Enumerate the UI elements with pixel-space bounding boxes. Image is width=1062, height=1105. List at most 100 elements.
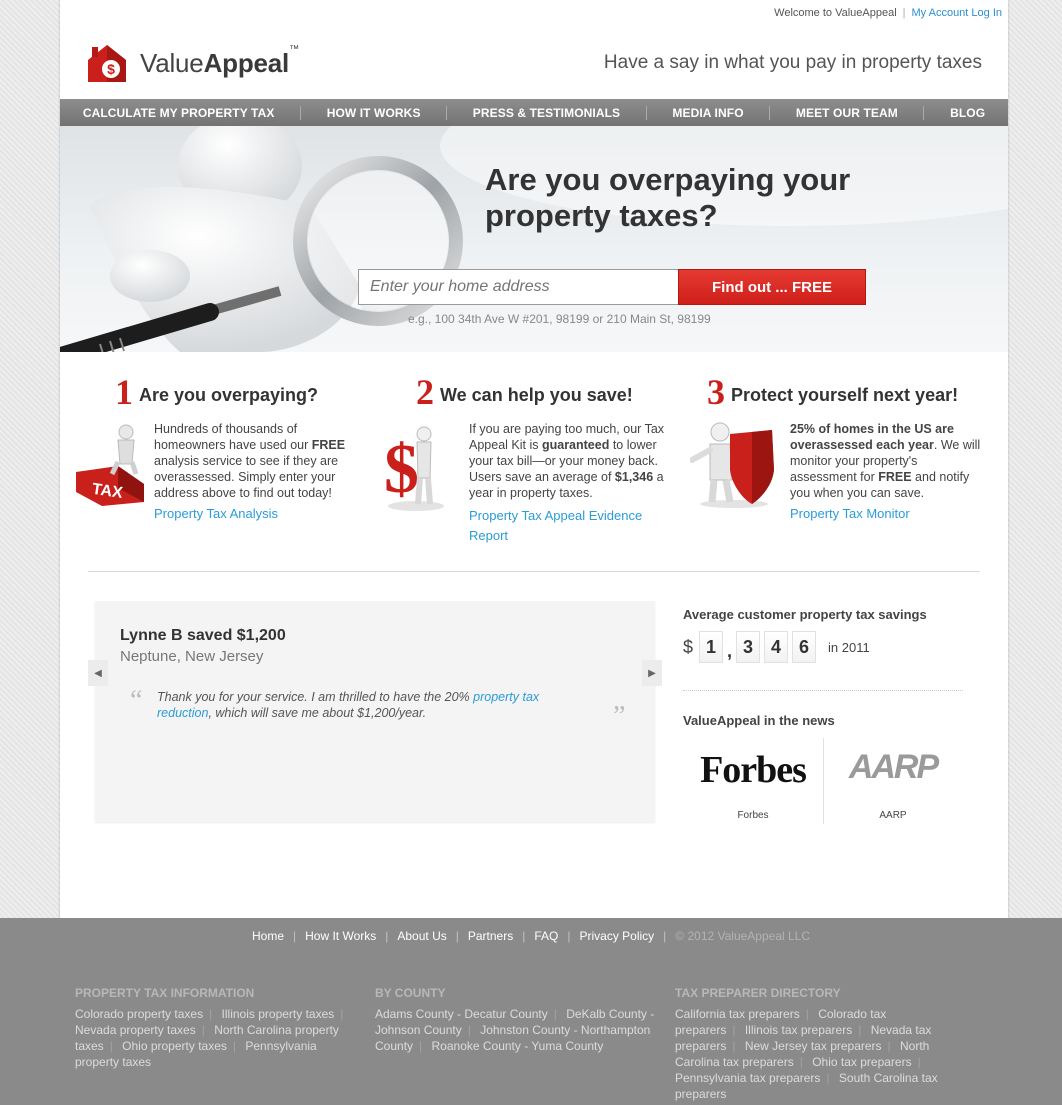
footer-item[interactable]: Ohio tax preparers xyxy=(812,1055,911,1069)
footer-link-partners[interactable]: Partners xyxy=(468,929,513,943)
nav-blog[interactable]: BLOG xyxy=(950,106,985,120)
dotted-divider xyxy=(683,690,963,691)
testimonial-card: Lynne B saved $1,200 Neptune, New Jersey… xyxy=(95,601,655,822)
footer-col-items: Adams County - Decatur County | DeKalb Co… xyxy=(375,1006,655,1054)
footer-item[interactable]: Ohio property taxes xyxy=(122,1039,227,1053)
news-title: ValueAppeal in the news xyxy=(683,713,835,728)
copyright: © 2012 ValueAppeal LLC xyxy=(675,929,811,943)
footer-link-how-it-works[interactable]: How It Works xyxy=(305,929,376,943)
footer-col-by-county: BY COUNTY Adams County - Decatur County |… xyxy=(375,986,655,1054)
footer-col-heading: TAX PREPARER DIRECTORY xyxy=(675,986,841,1000)
hero-banner: Are you overpaying your property taxes? … xyxy=(60,126,1008,352)
logo[interactable]: $ ValueAppeal™ xyxy=(84,42,299,84)
separator: | xyxy=(732,1023,736,1037)
svg-text:$: $ xyxy=(384,431,419,508)
nav-press[interactable]: PRESS & TESTIMONIALS xyxy=(473,106,620,120)
section-divider xyxy=(88,571,980,572)
separator: | xyxy=(567,929,571,943)
separator: | xyxy=(385,929,389,943)
footer-links: Home | How It Works | About Us | Partners | … xyxy=(0,929,1062,943)
footer-item[interactable]: Colorado property taxes xyxy=(75,1007,203,1021)
footer-item[interactable]: Roanoke County - Yuma County xyxy=(432,1039,604,1053)
separator: | xyxy=(663,929,667,943)
footer: Home | How It Works | About Us | Partners | … xyxy=(0,918,1062,1105)
separator: | xyxy=(209,1007,213,1021)
savings-comma: , xyxy=(727,640,733,661)
footer-col-tax-preparers: TAX PREPARER DIRECTORY California tax pr… xyxy=(675,986,955,1102)
footer-link-home[interactable]: Home xyxy=(252,929,284,943)
close-quote-icon: ” xyxy=(613,701,626,732)
footer-item[interactable]: Adams County - Decatur County xyxy=(375,1007,548,1021)
testimonial-name: Lynne B saved $1,200 xyxy=(120,627,286,644)
separator: | xyxy=(201,1023,205,1037)
separator: | xyxy=(805,1007,809,1021)
nav-divider xyxy=(446,105,448,120)
separator: | xyxy=(522,929,526,943)
nav-divider xyxy=(769,105,771,120)
savings-counter: $ 1 , 3 4 6 in 2011 xyxy=(683,631,870,663)
footer-item[interactable]: Nevada property taxes xyxy=(75,1023,196,1037)
nav-divider xyxy=(923,105,925,120)
separator: | xyxy=(109,1039,113,1053)
separator: | xyxy=(467,1023,471,1037)
logo-wordmark: ValueAppeal™ xyxy=(140,44,299,79)
house-dollar-logo-icon: $ xyxy=(84,42,130,84)
separator: | xyxy=(419,1039,423,1053)
address-input[interactable] xyxy=(358,269,679,305)
feature-body-1: Hundreds of thousands of homeowners have… xyxy=(154,422,346,500)
separator: | xyxy=(917,1055,921,1069)
chevron-right-icon[interactable]: ▶ xyxy=(642,660,662,686)
footer-item[interactable]: Illinois tax preparers xyxy=(745,1023,852,1037)
currency-symbol: $ xyxy=(683,636,694,657)
forbes-logo[interactable]: Forbes xyxy=(688,748,818,792)
news-divider xyxy=(823,738,824,824)
nav-calculate[interactable]: CALCULATE MY PROPERTY TAX xyxy=(83,106,275,120)
footer-item[interactable]: Illinois property taxes xyxy=(222,1007,335,1021)
footer-link-faq[interactable]: FAQ xyxy=(534,929,558,943)
feature-number: 2 xyxy=(416,372,434,412)
footer-item[interactable]: Pennsylvania tax preparers xyxy=(675,1071,820,1085)
separator: | xyxy=(553,1007,557,1021)
logo-text-plain: Value xyxy=(140,47,204,78)
property-tax-monitor-link[interactable]: Property Tax Monitor xyxy=(790,506,910,521)
separator: | xyxy=(902,7,906,19)
separator: | xyxy=(826,1071,830,1085)
feature-title: We can help you save! xyxy=(440,385,633,405)
tagline: Have a say in what you pay in property t… xyxy=(603,52,982,73)
separator: | xyxy=(799,1055,803,1069)
svg-text:$: $ xyxy=(107,61,115,77)
top-utility-bar: Welcome to ValueAppeal | My Account Log In xyxy=(774,7,1002,19)
find-out-free-button[interactable]: Find out ... FREE xyxy=(678,269,866,305)
property-tax-analysis-link[interactable]: Property Tax Analysis xyxy=(154,506,278,521)
aarp-logo[interactable]: AARP xyxy=(828,748,958,787)
testimonial-quote: Thank you for your service. I am thrille… xyxy=(157,689,577,721)
feature-number: 3 xyxy=(707,372,725,412)
quote-text: Thank you for your service. I am thrille… xyxy=(157,690,474,704)
address-example: e.g., 100 34th Ave W #201, 98199 or 210 … xyxy=(408,312,711,326)
savings-digit: 1 xyxy=(699,631,724,663)
aarp-caption: AARP xyxy=(879,810,907,821)
footer-col-property-tax-info: PROPERTY TAX INFORMATION Colorado proper… xyxy=(75,986,355,1070)
footer-item[interactable]: California tax preparers xyxy=(675,1007,800,1021)
quote-text: , which will save me about $1,200/year. xyxy=(208,706,427,720)
footer-item[interactable]: New Jersey tax preparers xyxy=(745,1039,882,1053)
main-nav: CALCULATE MY PROPERTY TAX HOW IT WORKS P… xyxy=(60,99,1008,126)
savings-digit: 4 xyxy=(764,631,789,663)
footer-link-about[interactable]: About Us xyxy=(397,929,446,943)
feature-help-save: 2 We can help you save! xyxy=(416,374,633,410)
footer-col-heading: BY COUNTY xyxy=(375,986,446,1000)
nav-how-it-works[interactable]: HOW IT WORKS xyxy=(327,106,421,120)
feature-title: Are you overpaying? xyxy=(139,385,319,405)
appeal-evidence-report-link[interactable]: Property Tax Appeal Evidence Report xyxy=(469,506,659,546)
hero-title: Are you overpaying your property taxes? xyxy=(485,162,851,233)
logo-trademark: ™ xyxy=(289,43,299,55)
account-login-link[interactable]: My Account Log In xyxy=(912,7,1003,19)
nav-media-info[interactable]: MEDIA INFO xyxy=(672,106,743,120)
footer-col-items: Colorado property taxes | Illinois proper… xyxy=(75,1006,355,1070)
feature-body-2: If you are paying too much, our Tax Appe… xyxy=(469,422,665,500)
footer-link-privacy[interactable]: Privacy Policy xyxy=(579,929,654,943)
separator: | xyxy=(732,1039,736,1053)
chevron-left-icon[interactable]: ◀ xyxy=(88,660,108,686)
testimonial-location: Neptune, New Jersey xyxy=(120,648,264,665)
nav-team[interactable]: MEET OUR TEAM xyxy=(796,106,898,120)
